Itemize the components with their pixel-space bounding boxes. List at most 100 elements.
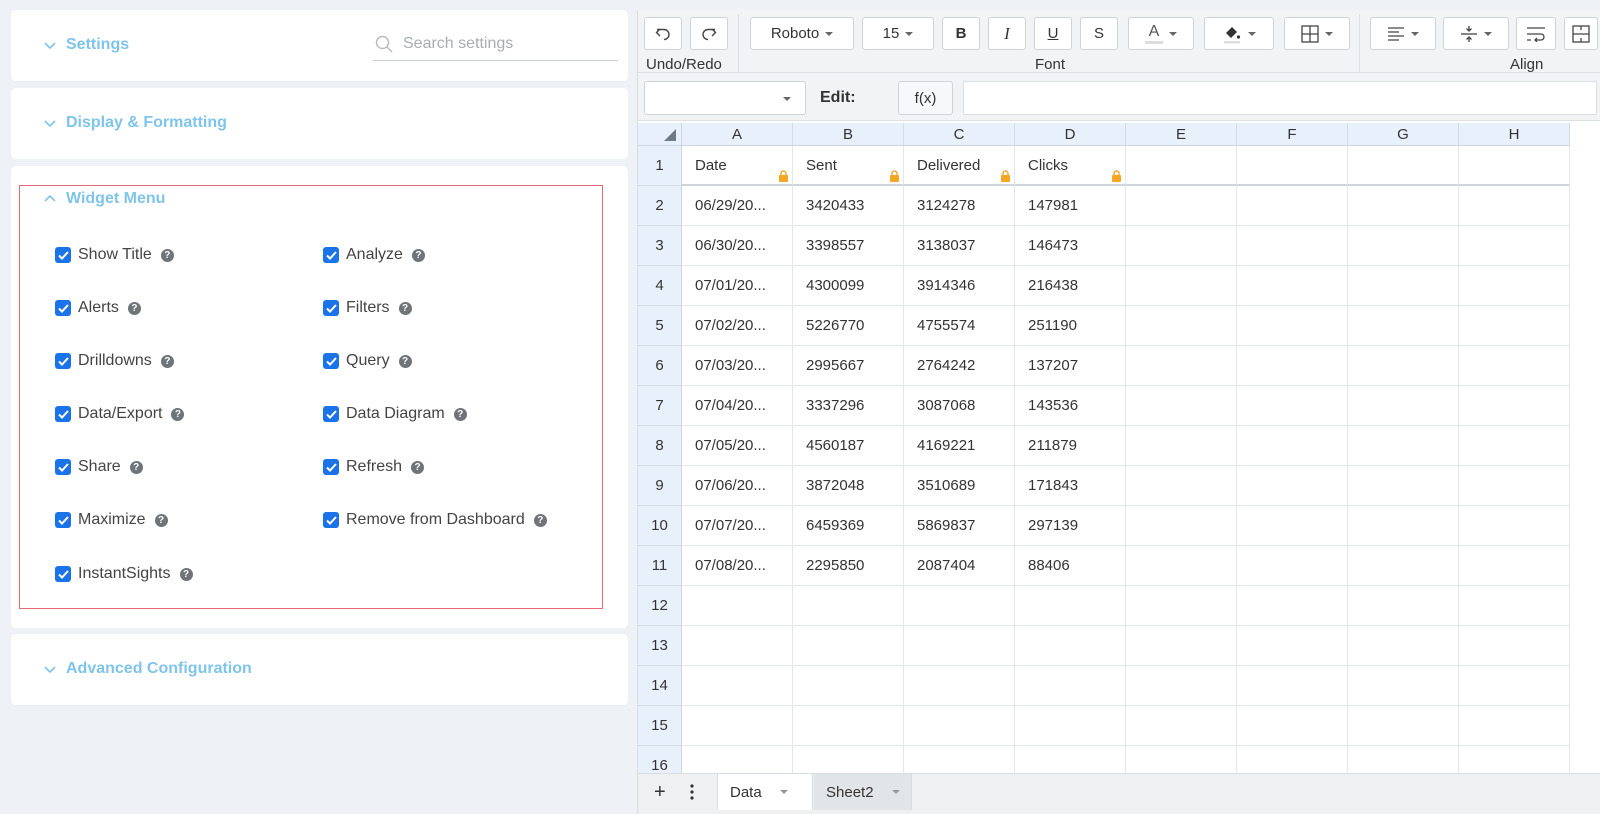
cell[interactable]: 06/30/20...: [682, 226, 793, 266]
font-family-select[interactable]: Roboto: [750, 17, 854, 50]
cell[interactable]: [1348, 426, 1459, 466]
cell[interactable]: [682, 666, 793, 706]
option-maximize[interactable]: Maximize ?: [55, 511, 168, 529]
cell[interactable]: [1459, 186, 1570, 226]
cell[interactable]: 5226770: [793, 306, 904, 346]
row-header[interactable]: 15: [638, 706, 682, 746]
option-data-diagram[interactable]: Data Diagram ?: [323, 405, 467, 423]
font-size-select[interactable]: 15: [862, 17, 934, 50]
cell[interactable]: [1348, 186, 1459, 226]
borders-button[interactable]: [1284, 17, 1350, 50]
cell[interactable]: 07/03/20...: [682, 346, 793, 386]
cell[interactable]: [1126, 426, 1237, 466]
vertical-align-button[interactable]: [1443, 17, 1509, 50]
option-instantsights[interactable]: InstantSights ?: [55, 565, 193, 583]
cell[interactable]: [1126, 546, 1237, 586]
cell[interactable]: 211879: [1015, 426, 1126, 466]
function-button[interactable]: f(x): [898, 81, 953, 115]
cell[interactable]: [1348, 146, 1459, 186]
cell[interactable]: [1126, 666, 1237, 706]
help-icon[interactable]: ?: [160, 248, 174, 262]
cell[interactable]: 4300099: [793, 266, 904, 306]
checkbox[interactable]: [323, 247, 339, 263]
option-filters[interactable]: Filters ?: [323, 299, 412, 317]
fill-color-button[interactable]: [1204, 17, 1274, 50]
cell[interactable]: [682, 626, 793, 666]
cell[interactable]: [1237, 266, 1348, 306]
help-icon[interactable]: ?: [398, 301, 412, 315]
cell[interactable]: Clicks: [1015, 146, 1126, 186]
cell[interactable]: [1237, 626, 1348, 666]
wrap-text-button[interactable]: [1516, 17, 1556, 50]
redo-button[interactable]: [690, 17, 728, 50]
cell[interactable]: 2764242: [904, 346, 1015, 386]
cell[interactable]: [1237, 146, 1348, 186]
cell[interactable]: [1237, 546, 1348, 586]
cell[interactable]: 146473: [1015, 226, 1126, 266]
help-icon[interactable]: ?: [453, 407, 467, 421]
cell[interactable]: [1015, 626, 1126, 666]
option-query[interactable]: Query ?: [323, 352, 412, 370]
cell[interactable]: [1348, 586, 1459, 626]
undo-button[interactable]: [644, 17, 682, 50]
cell[interactable]: Date: [682, 146, 793, 186]
cell[interactable]: [1348, 346, 1459, 386]
cell[interactable]: [1015, 746, 1126, 773]
option-share[interactable]: Share ?: [55, 458, 143, 476]
cell[interactable]: [1459, 746, 1570, 773]
row-header[interactable]: 16: [638, 746, 682, 773]
help-icon[interactable]: ?: [127, 301, 141, 315]
cell[interactable]: 3420433: [793, 186, 904, 226]
cell[interactable]: [793, 666, 904, 706]
cell[interactable]: 3914346: [904, 266, 1015, 306]
cell[interactable]: [1126, 306, 1237, 346]
cell[interactable]: [1348, 666, 1459, 706]
merge-cells-button[interactable]: [1564, 17, 1598, 50]
cell[interactable]: [682, 706, 793, 746]
cell[interactable]: [1237, 746, 1348, 773]
row-header[interactable]: 2: [638, 186, 682, 226]
cell[interactable]: [1237, 306, 1348, 346]
italic-button[interactable]: I: [988, 17, 1026, 50]
option-data-export[interactable]: Data/Export ?: [55, 405, 185, 423]
cell[interactable]: [1348, 466, 1459, 506]
cell[interactable]: 6459369: [793, 506, 904, 546]
cell[interactable]: [1459, 226, 1570, 266]
option-remove-from-dashboard[interactable]: Remove from Dashboard ?: [323, 511, 547, 529]
sheet-tab-data[interactable]: Data: [717, 774, 813, 810]
formula-input[interactable]: [963, 81, 1597, 115]
cell[interactable]: [1348, 546, 1459, 586]
cell[interactable]: [1126, 586, 1237, 626]
cell[interactable]: [1237, 386, 1348, 426]
cell[interactable]: [1015, 586, 1126, 626]
advanced-configuration-toggle[interactable]: Advanced Configuration: [44, 660, 252, 678]
cell[interactable]: [1126, 626, 1237, 666]
cell[interactable]: [1126, 346, 1237, 386]
cell[interactable]: 2995667: [793, 346, 904, 386]
cell[interactable]: 171843: [1015, 466, 1126, 506]
checkbox[interactable]: [55, 512, 71, 528]
cell[interactable]: [1459, 466, 1570, 506]
font-color-button[interactable]: A: [1128, 17, 1194, 50]
cell[interactable]: [1459, 426, 1570, 466]
cell[interactable]: [1459, 626, 1570, 666]
cell[interactable]: [1126, 466, 1237, 506]
checkbox[interactable]: [323, 459, 339, 475]
help-icon[interactable]: ?: [533, 513, 547, 527]
option-analyze[interactable]: Analyze ?: [323, 246, 425, 264]
row-header[interactable]: 13: [638, 626, 682, 666]
cell[interactable]: 3138037: [904, 226, 1015, 266]
help-icon[interactable]: ?: [171, 407, 185, 421]
cell[interactable]: [904, 746, 1015, 773]
row-header[interactable]: 9: [638, 466, 682, 506]
cell[interactable]: 4169221: [904, 426, 1015, 466]
cell[interactable]: [793, 706, 904, 746]
cell[interactable]: 3872048: [793, 466, 904, 506]
cell[interactable]: 2295850: [793, 546, 904, 586]
row-header[interactable]: 10: [638, 506, 682, 546]
help-icon[interactable]: ?: [129, 460, 143, 474]
search-input[interactable]: [403, 35, 603, 53]
help-icon[interactable]: ?: [411, 248, 425, 262]
row-header[interactable]: 11: [638, 546, 682, 586]
cell[interactable]: [1126, 706, 1237, 746]
